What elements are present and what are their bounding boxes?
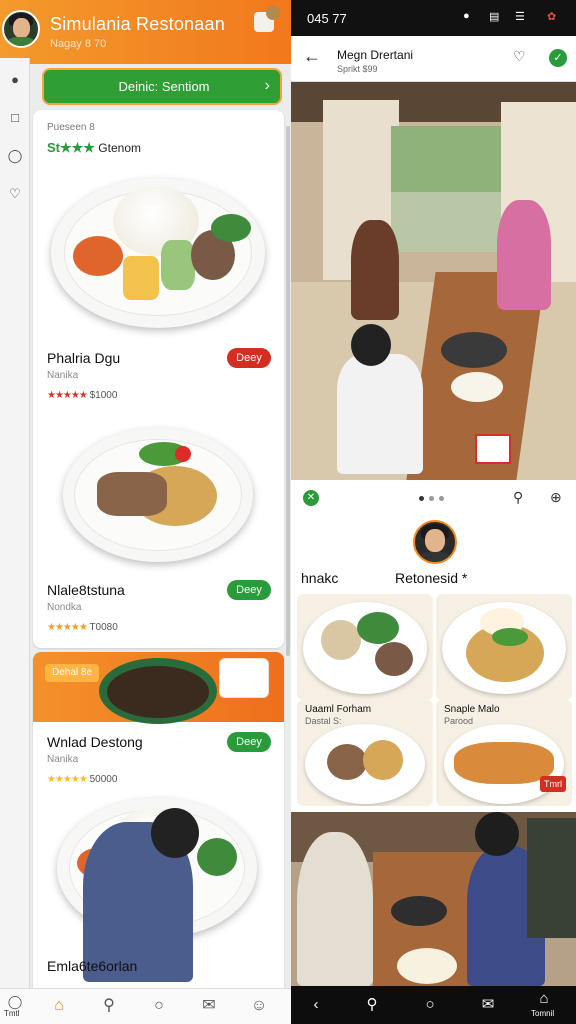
search-icon[interactable]: ⚲ [361,994,383,1016]
dish-subtitle: Nanika [47,370,79,381]
page-title: Megn Drertani [337,48,414,62]
order-button[interactable]: Deey [227,580,271,600]
section-title: St★★★ Gtenom [47,140,141,155]
dish-image [51,178,265,328]
gallery-bar: ✕ ⚲ ⊕ [291,482,576,514]
chat-icon[interactable]: ✉ [198,995,220,1017]
nav-label: Tomnil [531,1009,555,1018]
favorite-icon[interactable]: ♡ [513,48,526,65]
dish-name: Nlale8tstuna [47,582,125,598]
tile-title: Uaaml Forham [305,704,372,715]
left-app-panel: Simulania Restonaan Nagay 8 70 ● □ ◯ ♡ D… [0,0,291,1024]
food-tile[interactable] [436,594,572,700]
close-icon[interactable]: ✕ [303,490,319,506]
dish-subtitle: Nondka [47,602,82,613]
food-tile[interactable]: Snaple Malo Parood Tmrl [436,700,572,806]
app-subtitle: Nagay 8 70 [50,38,107,50]
cta-button[interactable]: Deinic: Sentiom › [42,68,282,105]
dish-subtitle: Nanika [47,754,79,765]
profile-name: Retonesid * [395,570,468,586]
chat-icon[interactable]: ✉ [477,994,499,1016]
dish-name: Phalria Dgu [47,350,121,366]
dish-card: Pueseen 8 St★★★ Gtenom Phalria Dgu Nanik… [33,110,284,648]
cta-label: Deinic: Sentiom [118,79,210,94]
app-title: Simulania Restonaan [50,14,225,34]
app-bar: ← Megn Drertani Sprikt $99 ♡ ✓ [291,36,576,82]
profile-icon[interactable]: ☺ [248,995,270,1017]
tile-subtitle: Dastal S: [305,716,342,726]
side-rail: ● □ ◯ ♡ [0,58,30,988]
back-icon[interactable]: ‹ [305,994,327,1016]
profile-label: hnakc [301,570,339,586]
chat-bubble-icon[interactable]: ◯ [7,148,23,164]
bowl-contents [107,666,209,718]
dish-card: Dehal 8e Wnlad Destong Nanika ★★★★★ 5000… [33,652,284,1000]
diner-head [151,808,199,858]
food-tile[interactable]: Uaaml Forham Dastal S: [297,700,433,806]
carousel-dot[interactable] [419,496,424,501]
profile-area: hnakc Retonesid * [291,514,576,594]
tile-badge: Tmrl [540,776,566,792]
nav-label: Tmtl [4,1009,20,1018]
scrollbar[interactable] [286,126,290,656]
chevron-right-icon: › [264,77,270,94]
app-logo-icon: ● [463,10,470,22]
tile-subtitle: Parood [444,716,474,726]
search-icon[interactable]: ⚲ [513,489,523,506]
restaurant-photo[interactable] [291,82,576,480]
carousel-dot[interactable] [439,496,444,501]
dish-rating: ★★★★★ 50000 [47,774,118,785]
document-icon[interactable]: □ [7,110,23,126]
dish-rating: ★★★★★ $1000 [47,390,118,401]
carousel-dot[interactable] [429,496,434,501]
avatar[interactable] [413,520,457,564]
bottom-nav: ⌂ ⚲ ○ ✉ ☺ ◯ Tmtl [0,988,291,1024]
search-icon[interactable]: ⚲ [98,995,120,1017]
order-button[interactable]: Deey [227,732,271,752]
dish-image [63,428,253,562]
page-subtitle: Sprikt $99 [337,64,378,74]
restaurant-photo[interactable] [291,812,576,986]
settings-icon: ✿ [547,11,557,23]
back-arrow-icon[interactable]: ← [303,46,321,67]
signal-icon: ▤ [489,11,500,23]
section-label: Pueseen 8 [47,122,95,133]
heart-icon[interactable]: ♡ [7,186,23,202]
cart-badge [266,6,280,20]
menu-icon: ☰ [515,11,525,23]
promo-thumbnail [219,658,269,698]
left-header: Simulania Restonaan Nagay 8 70 [0,0,291,64]
dish-name: Wnlad Destong [47,734,143,750]
check-icon[interactable]: ✓ [549,49,567,67]
right-app-panel: 045 77 ● ▤ ☰ ✿ ← Megn Drertani Sprikt $9… [291,0,576,1024]
compass-icon[interactable]: ● [7,72,23,88]
tile-title: Snaple Malo [444,704,500,715]
avatar[interactable] [2,10,40,48]
circle-icon[interactable]: ○ [148,995,170,1017]
home-icon[interactable]: ⌂ [533,988,555,1010]
status-time: 045 77 [307,11,347,26]
food-tile[interactable] [297,594,433,700]
promo-banner[interactable]: Dehal 8e [33,652,284,724]
home-icon[interactable]: ⌂ [48,995,70,1017]
status-bar: 045 77 ● ▤ ☰ ✿ [291,0,576,36]
dish-rating: ★★★★★ T0080 [47,622,118,633]
bottom-nav: ‹ ⚲ ○ ✉ ⌂ Tomnil [291,986,576,1024]
dish-name: Emla6te6orlan [47,958,138,974]
add-icon[interactable]: ⊕ [550,489,562,506]
circle-icon[interactable]: ○ [419,994,441,1016]
order-button[interactable]: Deey [227,348,271,368]
promo-tag: Dehal 8e [45,664,99,682]
